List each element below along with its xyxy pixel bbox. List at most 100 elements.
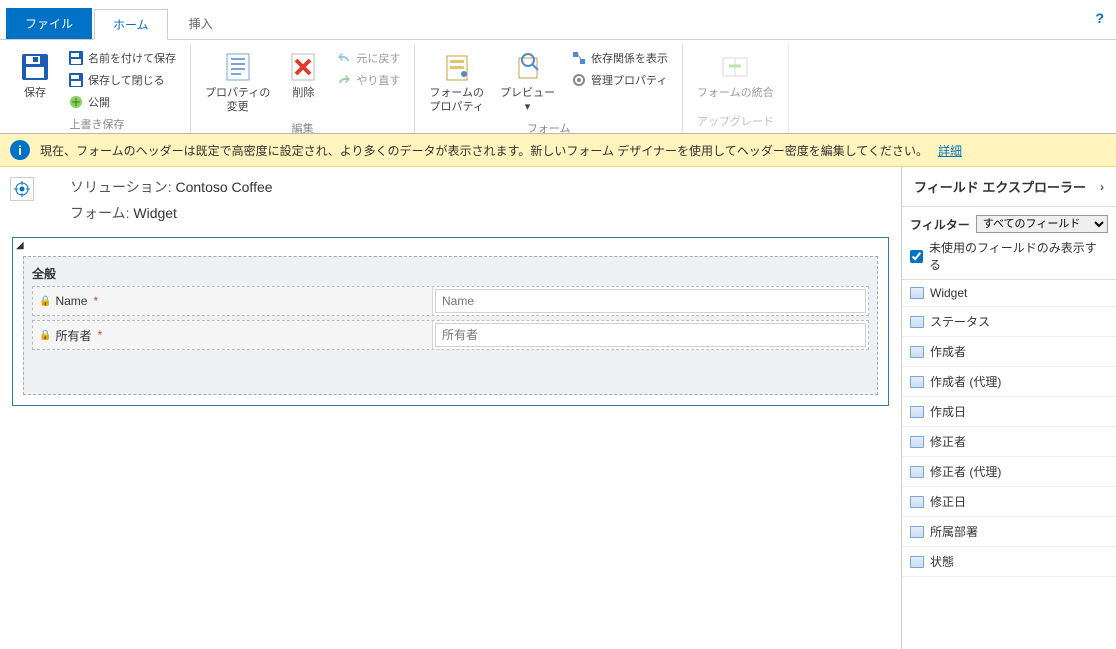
field-icon — [910, 436, 924, 448]
field-input-name[interactable] — [435, 289, 866, 313]
save-close-button[interactable]: 保存して閉じる — [64, 70, 180, 90]
edit-group-label: 編集 — [197, 118, 408, 140]
list-item-label: 作成日 — [930, 403, 966, 420]
required-star: * — [93, 294, 98, 308]
body: ソリューション: Contoso Coffee フォーム: Widget ◢ 全… — [0, 167, 1116, 649]
show-dependencies-button[interactable]: 依存関係を表示 — [567, 48, 672, 68]
list-item-label: 修正者 — [930, 433, 966, 450]
field-icon — [910, 287, 924, 299]
unused-only-label: 未使用のフィールドのみ表示する — [929, 239, 1108, 273]
list-item-label: 修正日 — [930, 493, 966, 510]
change-properties-label: プロパティの 変更 — [205, 86, 270, 114]
list-item-label: Widget — [930, 286, 967, 300]
list-item[interactable]: Widget — [902, 280, 1116, 307]
list-item[interactable]: 修正日 — [902, 487, 1116, 517]
unused-only-row: 未使用のフィールドのみ表示する — [902, 239, 1116, 280]
form-properties-button[interactable]: フォームの プロパティ — [421, 46, 492, 118]
show-dependencies-label: 依存関係を表示 — [591, 50, 668, 66]
list-item[interactable]: 修正者 (代理) — [902, 457, 1116, 487]
delete-label: 削除 — [292, 86, 314, 100]
undo-button[interactable]: 元に戻す — [332, 48, 404, 68]
save-label: 保存 — [24, 86, 46, 100]
help-icon[interactable]: ? — [1095, 10, 1104, 26]
undo-label: 元に戻す — [356, 50, 400, 66]
tab-file[interactable]: ファイル — [6, 8, 92, 39]
properties-icon — [221, 50, 255, 84]
tab-insert[interactable]: 挿入 — [170, 8, 232, 39]
publish-icon — [68, 94, 84, 110]
list-item-label: 修正者 (代理) — [930, 463, 1001, 480]
save-as-button[interactable]: 名前を付けて保存 — [64, 48, 180, 68]
form-line: フォーム: Widget — [70, 203, 273, 223]
field-explorer-panel: フィールド エクスプローラー › フィルター すべてのフィールド 未使用のフィー… — [901, 167, 1116, 649]
managed-properties-label: 管理プロパティ — [591, 72, 667, 88]
lock-icon: 🔒 — [39, 296, 51, 307]
design-canvas[interactable]: ◢ 全般 🔒 Name * 🔒 所有者 — [12, 237, 889, 406]
publish-button[interactable]: 公開 — [64, 92, 180, 112]
list-item-label: ステータス — [930, 313, 990, 330]
redo-label: やり直す — [356, 72, 400, 88]
preview-button[interactable]: プレビュー ▾ — [492, 46, 563, 118]
upgrade-group-label: アップグレード — [689, 111, 782, 133]
undo-icon — [336, 50, 352, 66]
list-item[interactable]: 状態 — [902, 547, 1116, 577]
managed-properties-button[interactable]: 管理プロパティ — [567, 70, 672, 90]
save-group-label: 上書き保存 — [10, 114, 184, 136]
merge-forms-icon — [718, 50, 752, 84]
ribbon-group-edit: プロパティの 変更 削除 元に戻す — [191, 44, 415, 133]
field-label: 所有者 — [55, 327, 91, 344]
field-row-owner[interactable]: 🔒 所有者 * — [32, 320, 869, 350]
tab-home[interactable]: ホーム — [94, 9, 168, 40]
field-label: Name — [55, 294, 87, 308]
list-item[interactable]: 修正者 — [902, 427, 1116, 457]
field-input-owner[interactable] — [435, 323, 866, 347]
save-close-label: 保存して閉じる — [88, 72, 165, 88]
list-item-label: 状態 — [930, 553, 954, 570]
delete-button[interactable]: 削除 — [278, 46, 328, 104]
preview-icon — [511, 50, 545, 84]
redo-button[interactable]: やり直す — [332, 70, 404, 90]
form-properties-icon — [440, 50, 474, 84]
chevron-right-icon: › — [1100, 180, 1104, 194]
save-as-icon — [68, 50, 84, 66]
list-item-label: 作成者 (代理) — [930, 373, 1001, 390]
list-item[interactable]: 所属部署 — [902, 517, 1116, 547]
list-item-label: 作成者 — [930, 343, 966, 360]
field-icon — [910, 526, 924, 538]
list-item[interactable]: 作成者 — [902, 337, 1116, 367]
notification-link[interactable]: 詳細 — [938, 142, 962, 159]
canvas-section[interactable]: 全般 🔒 Name * 🔒 所有者 * — [23, 256, 878, 395]
save-button[interactable]: 保存 — [10, 46, 60, 104]
info-icon: i — [10, 140, 30, 160]
ribbon-group-upgrade: フォームの統合 アップグレード — [683, 44, 789, 133]
undo-redo-col: 元に戻す やり直す — [328, 46, 408, 92]
preview-label: プレビュー ▾ — [500, 86, 555, 114]
lock-icon: 🔒 — [39, 330, 51, 341]
notification-text: 現在、フォームのヘッダーは既定で高密度に設定され、より多くのデータが表示されます… — [40, 142, 928, 159]
save-close-icon — [68, 72, 84, 88]
menu-tabs: ファイル ホーム 挿入 ? — [0, 0, 1116, 40]
list-item[interactable]: 作成者 (代理) — [902, 367, 1116, 397]
delete-icon — [286, 50, 320, 84]
publish-label: 公開 — [88, 94, 110, 110]
field-icon — [910, 556, 924, 568]
field-list: Widget ステータス 作成者 作成者 (代理) 作成日 修正者 修正者 (代… — [902, 280, 1116, 649]
tab-marker[interactable]: ◢ — [16, 240, 24, 251]
field-row-name[interactable]: 🔒 Name * — [32, 286, 869, 316]
main-area: ソリューション: Contoso Coffee フォーム: Widget ◢ 全… — [0, 167, 901, 649]
field-icon — [910, 496, 924, 508]
change-properties-button[interactable]: プロパティの 変更 — [197, 46, 278, 118]
unused-only-checkbox[interactable] — [910, 250, 923, 263]
field-explorer-title: フィールド エクスプローラー — [914, 177, 1086, 196]
solution-label: ソリューション: — [70, 179, 172, 195]
save-icon — [18, 50, 52, 84]
field-label-cell: 🔒 所有者 * — [33, 321, 433, 349]
field-filter-row: フィルター すべてのフィールド — [902, 207, 1116, 239]
list-item[interactable]: 作成日 — [902, 397, 1116, 427]
merge-forms-button[interactable]: フォームの統合 — [689, 46, 782, 104]
filter-select[interactable]: すべてのフィールド — [976, 215, 1108, 233]
solution-glyph-icon — [10, 177, 34, 201]
field-explorer-header[interactable]: フィールド エクスプローラー › — [902, 167, 1116, 207]
field-icon — [910, 376, 924, 388]
list-item[interactable]: ステータス — [902, 307, 1116, 337]
